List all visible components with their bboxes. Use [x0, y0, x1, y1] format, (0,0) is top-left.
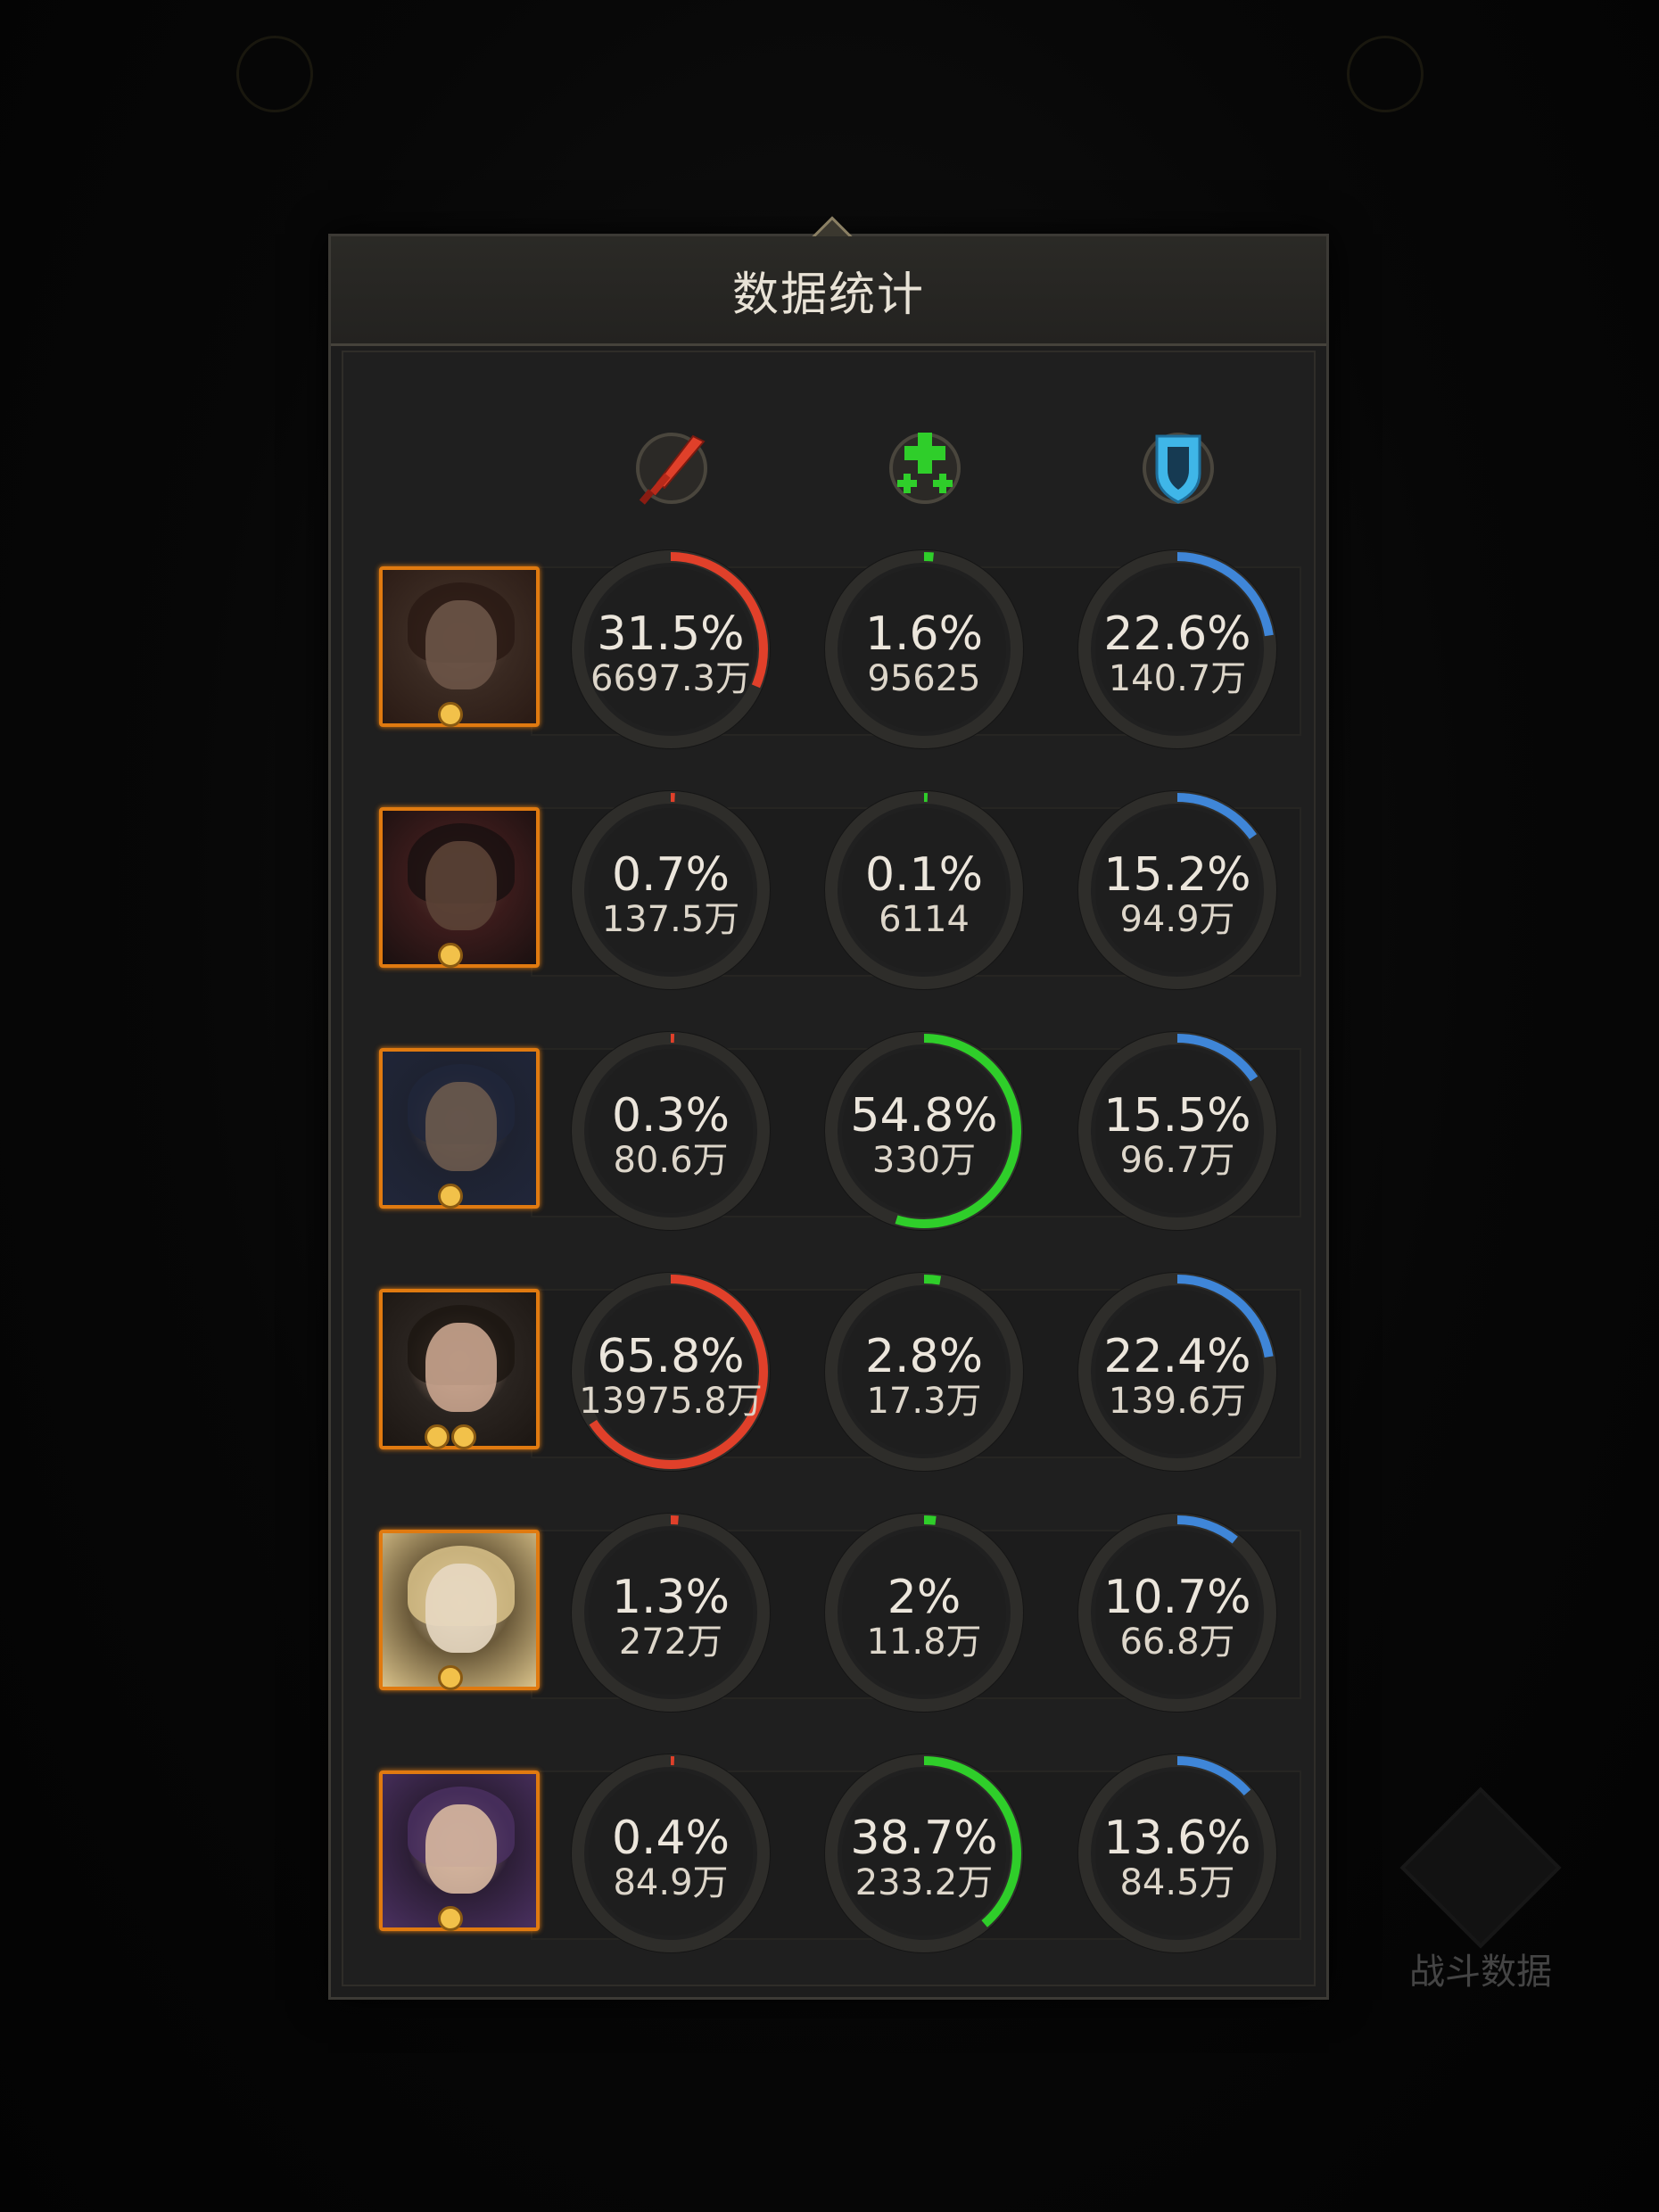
hero-star-rank	[415, 943, 486, 978]
healing-value: 330万	[871, 1140, 977, 1181]
play-icon	[236, 36, 313, 112]
hero-star-rank	[415, 1184, 486, 1219]
dialog-header: 数据统计	[331, 236, 1326, 346]
healing-stat: 1.6% 95625	[821, 547, 1027, 752]
damage-taken-stat: 15.5% 96.7万	[1075, 1028, 1280, 1234]
damage-percent: 0.4%	[611, 1812, 730, 1865]
star-icon	[425, 1424, 450, 1449]
damage-percent: 31.5%	[597, 607, 745, 661]
damage-taken-percent: 22.4%	[1103, 1330, 1251, 1383]
hero-star-rank	[415, 1906, 486, 1942]
damage-taken-percent: 15.2%	[1103, 848, 1251, 902]
hero-stat-row: 31.5% 6697.3万 1.6% 95625 22.6% 140.7万	[361, 549, 1301, 772]
damage-percent: 0.7%	[611, 848, 730, 902]
star-icon	[451, 1424, 476, 1449]
damage-taken-stat: 22.4% 139.6万	[1075, 1269, 1280, 1474]
damage-value: 137.5万	[601, 899, 740, 940]
healing-stat: 0.1% 6114	[821, 788, 1027, 993]
healing-percent: 0.1%	[864, 848, 984, 902]
damage-stat: 1.3% 272万	[568, 1510, 773, 1715]
sword-icon	[639, 434, 706, 505]
damage-taken-stat: 22.6% 140.7万	[1075, 547, 1280, 752]
dialog-title: 数据统计	[731, 268, 925, 322]
star-icon	[438, 943, 463, 968]
heal-plus-icon	[897, 433, 953, 493]
damage-taken-value: 96.7万	[1119, 1140, 1235, 1181]
damage-taken-value: 139.6万	[1108, 1381, 1247, 1422]
damage-taken-stat: 13.6% 84.5万	[1075, 1751, 1280, 1956]
battle-data-icon	[1399, 1787, 1562, 1949]
healing-column-header	[871, 415, 978, 522]
star-icon	[438, 1665, 463, 1690]
healing-stat: 2% 11.8万	[821, 1510, 1027, 1715]
statistics-dialog: 数据统计 31.5% 6697.3万 1.6% 95625 22.6% 140.7万 0.7…	[328, 216, 1329, 2000]
hero-stat-row: 0.3% 80.6万 54.8% 330万 15.5% 96.7万	[361, 1031, 1301, 1253]
healing-value: 95625	[867, 658, 981, 699]
damage-stat: 65.8% 13975.8万	[568, 1269, 773, 1474]
battle-data-button[interactable]: 战斗数据	[1399, 1787, 1562, 1994]
damage-taken-value: 66.8万	[1119, 1622, 1235, 1663]
damage-value: 80.6万	[613, 1140, 729, 1181]
healing-value: 17.3万	[866, 1381, 982, 1422]
damage-percent: 65.8%	[597, 1330, 745, 1383]
damage-value: 6697.3万	[590, 658, 751, 699]
damage-stat: 0.3% 80.6万	[568, 1028, 773, 1234]
damage-column-header	[618, 415, 725, 522]
damage-stat: 0.7% 137.5万	[568, 788, 773, 993]
healing-value: 233.2万	[854, 1862, 994, 1903]
damage-value: 272万	[618, 1622, 723, 1663]
defense-column-header	[1125, 415, 1232, 522]
damage-stat: 31.5% 6697.3万	[568, 547, 773, 752]
hero-star-rank	[415, 702, 486, 738]
damage-taken-value: 94.9万	[1119, 899, 1235, 940]
battle-data-label: 战斗数据	[1409, 1952, 1552, 1993]
hero-stat-row: 0.7% 137.5万 0.1% 6114 15.2% 94.9万	[361, 790, 1301, 1012]
damage-taken-stat: 15.2% 94.9万	[1075, 788, 1280, 993]
healing-value: 11.8万	[866, 1622, 982, 1663]
hero-star-rank	[415, 1424, 486, 1460]
star-icon	[438, 1184, 463, 1209]
healing-value: 6114	[879, 899, 970, 940]
hero-stat-row: 0.4% 84.9万 38.7% 233.2万 13.6% 84.5万	[361, 1754, 1301, 1976]
damage-stat: 0.4% 84.9万	[568, 1751, 773, 1956]
hero-stat-row: 65.8% 13975.8万 2.8% 17.3万 22.4% 139.6万	[361, 1272, 1301, 1494]
damage-taken-value: 84.5万	[1119, 1862, 1235, 1903]
healing-stat: 2.8% 17.3万	[821, 1269, 1027, 1474]
star-icon	[438, 702, 463, 727]
damage-percent: 1.3%	[611, 1571, 730, 1624]
damage-taken-value: 140.7万	[1108, 658, 1247, 699]
hero-star-rank	[415, 1665, 486, 1701]
damage-percent: 0.3%	[611, 1089, 730, 1143]
healing-percent: 1.6%	[864, 607, 984, 661]
healing-stat: 38.7% 233.2万	[821, 1751, 1027, 1956]
damage-taken-percent: 22.6%	[1103, 607, 1251, 661]
damage-value: 84.9万	[613, 1862, 729, 1903]
healing-percent: 54.8%	[850, 1089, 998, 1143]
damage-taken-percent: 10.7%	[1103, 1571, 1251, 1624]
healing-percent: 2%	[887, 1571, 962, 1624]
star-icon	[438, 1906, 463, 1931]
damage-taken-percent: 13.6%	[1103, 1812, 1251, 1865]
settings-icon	[1347, 36, 1424, 112]
healing-stat: 54.8% 330万	[821, 1028, 1027, 1234]
damage-value: 13975.8万	[579, 1381, 763, 1422]
healing-percent: 38.7%	[850, 1812, 998, 1865]
healing-percent: 2.8%	[864, 1330, 984, 1383]
hero-stat-row: 1.3% 272万 2% 11.8万 10.7% 66.8万	[361, 1513, 1301, 1735]
shield-icon	[1155, 434, 1201, 504]
damage-taken-stat: 10.7% 66.8万	[1075, 1510, 1280, 1715]
damage-taken-percent: 15.5%	[1103, 1089, 1251, 1143]
